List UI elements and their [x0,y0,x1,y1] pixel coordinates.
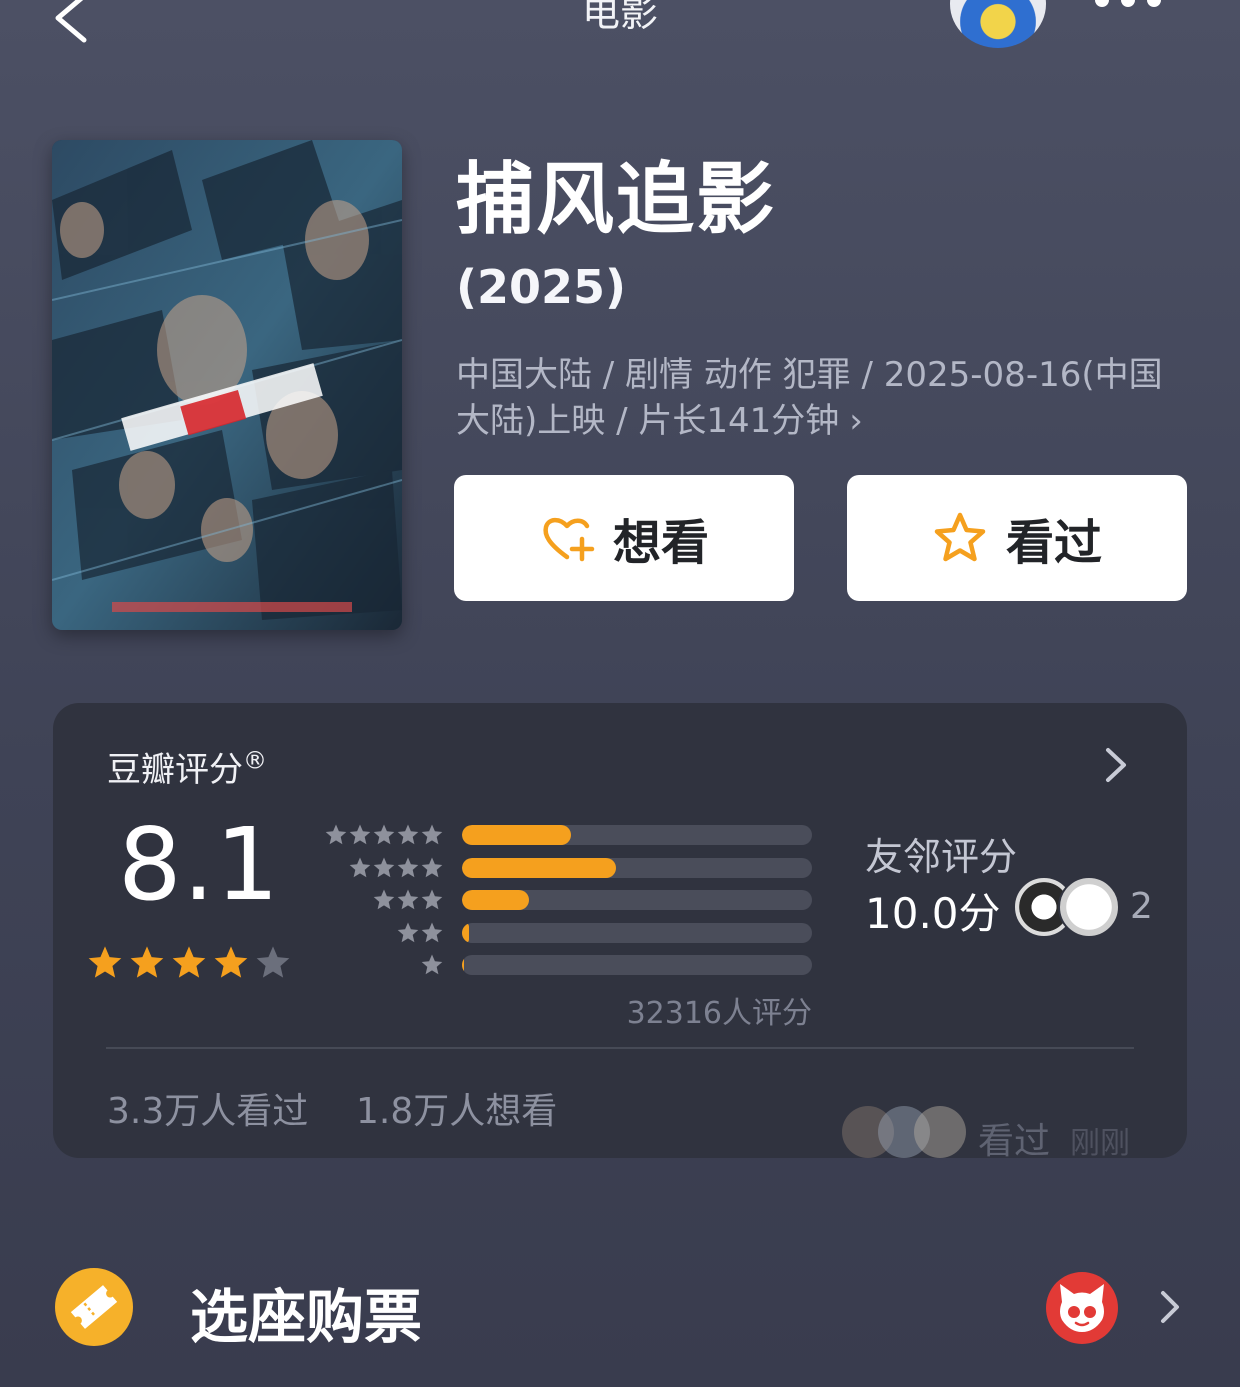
rating-distribution-row [320,888,812,912]
rating-count: 32316人评分 [626,996,812,1031]
heart-plus-icon [543,517,595,562]
friends-count: 2 [1130,886,1153,927]
star-filled-icon [130,946,164,978]
registered-mark: ® [243,746,267,775]
ticket-icon[interactable] [55,1268,133,1346]
star-small-icon [421,857,443,877]
star-small-icon [325,824,347,845]
rating-distribution-row [320,953,812,977]
star-small-icon [373,824,395,845]
movie-year: (2025) [456,260,627,314]
star-small-icon [349,857,371,877]
star-small-icon [421,954,443,975]
rating-bar-track [462,857,812,878]
rating-bar-fill [462,890,529,910]
movie-poster[interactable] [52,140,402,630]
seen-stat: 3.3万人看过 [107,1091,309,1132]
rating-bar-track [462,955,812,975]
watched-button[interactable]: 看过 [847,475,1187,601]
movie-meta-text: 中国大陆 / 剧情 动作 犯罪 / 2025-08-16(中国大陆)上映 / 片… [456,355,1163,441]
rating-distribution-row [320,856,812,880]
star-outline-icon [934,512,986,562]
rating-bar-track [462,825,812,845]
star-small-icon [421,824,443,845]
friends-rating-score: 10.0分 [865,889,1001,938]
star-small-icon [421,889,443,910]
rating-title: 豆瓣评分® [107,742,267,791]
divider [106,1047,1134,1049]
movie-title: 捕风追影 [456,155,777,245]
star-filled-icon [214,946,248,978]
user-avatar[interactable] [950,0,1046,48]
star-small-icon [397,824,419,845]
friends-rating-label: 友邻评分 [865,835,1018,879]
more-icon[interactable] [1090,0,1170,14]
rating-bar-fill [462,857,616,878]
want-to-watch-button[interactable]: 想看 [454,475,794,601]
cat-eye-icon[interactable] [1046,1272,1118,1344]
rating-distribution-row [320,921,812,945]
rating-chevron-icon[interactable] [1100,744,1132,786]
row-stars [320,888,444,912]
star-small-icon [373,889,395,910]
rating-bar-fill [462,825,571,845]
movie-meta[interactable]: 中国大陆 / 剧情 动作 犯罪 / 2025-08-16(中国大陆)上映 / 片… [456,352,1196,444]
rating-title-text: 豆瓣评分 [107,750,243,790]
friend-avatar[interactable] [1058,876,1120,938]
want-label: 想看 [612,515,709,571]
rating-bar-track [462,890,812,910]
rating-bar-track [462,922,812,943]
want-stat: 1.8万人想看 [356,1091,558,1132]
row-stars [320,823,444,847]
activity-avatar [914,1106,966,1158]
star-filled-icon [172,946,206,978]
page-title: 电影 [581,0,658,35]
rating-distribution-row [320,823,812,847]
star-small-icon [397,889,419,910]
star-small-icon [421,922,443,942]
rating-score: 8.1 [118,806,281,923]
row-stars [320,921,444,945]
rating-stars [86,944,292,982]
star-small-icon [373,857,395,877]
seen-label: 看过 [1005,515,1102,571]
star-small-icon [397,922,419,942]
star-small-icon [397,857,419,877]
row-stars [320,856,444,880]
star-filled-icon [88,946,122,978]
star-small-icon [349,824,371,845]
activity-text: 看过 [978,1121,1051,1162]
row-stars [320,953,444,977]
buy-ticket-label[interactable]: 选座购票 [190,1270,422,1354]
activity-avatars [842,1106,972,1160]
activity-time: 刚刚 [1070,1126,1130,1161]
ticket-chevron-icon[interactable] [1156,1288,1184,1326]
star-empty-icon [256,946,290,978]
meta-chevron-icon: › [849,401,863,441]
